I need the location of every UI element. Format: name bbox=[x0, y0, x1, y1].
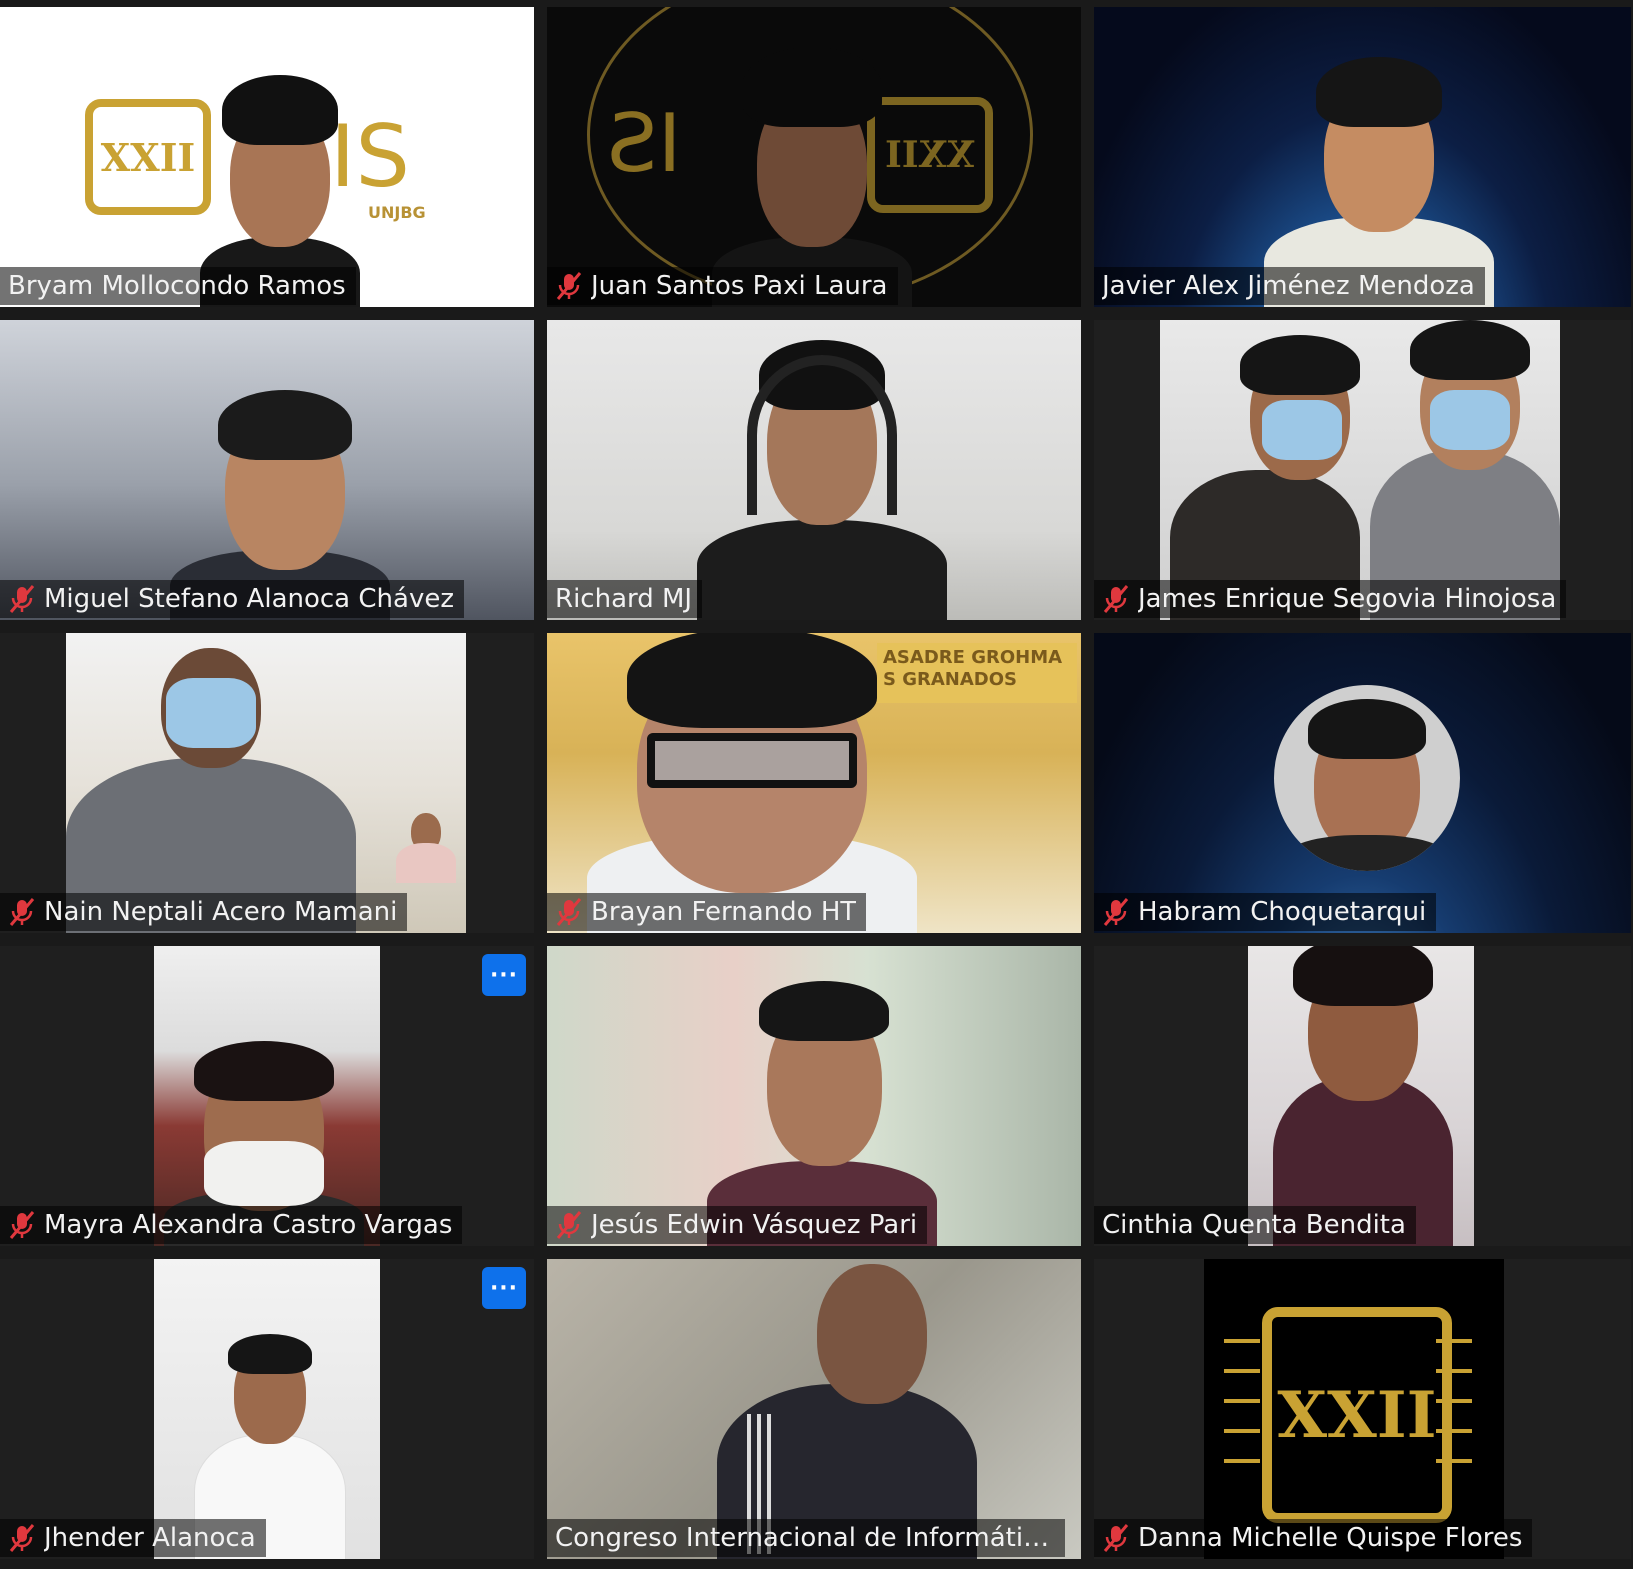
video-feed bbox=[547, 320, 1081, 620]
name-label: Congreso Internacional de Informática y … bbox=[547, 1519, 1065, 1557]
muted-mic-icon bbox=[1103, 585, 1129, 613]
name-label: Brayan Fernando HT bbox=[547, 893, 867, 931]
event-logo-chip: XXII bbox=[85, 99, 211, 215]
name-label: Nain Neptali Acero Mamani bbox=[0, 893, 408, 931]
muted-mic-icon bbox=[9, 1524, 35, 1552]
participant-person bbox=[697, 335, 947, 620]
name-label: Richard MJ bbox=[547, 580, 703, 618]
video-feed bbox=[547, 946, 1081, 1246]
participant-tile[interactable]: Cinthia Quenta Bendita bbox=[1094, 946, 1631, 1246]
participant-name: Richard MJ bbox=[555, 584, 693, 614]
glasses bbox=[647, 733, 857, 788]
participant-name: Cinthia Quenta Bendita bbox=[1102, 1210, 1406, 1240]
name-label: Jhender Alanoca bbox=[0, 1519, 266, 1557]
muted-mic-icon bbox=[556, 272, 582, 300]
participant-tile[interactable]: Richard MJ bbox=[547, 320, 1081, 620]
muted-mic-icon bbox=[9, 585, 35, 613]
event-logo-org: UNJBG bbox=[368, 203, 426, 222]
chip-pins-left bbox=[1224, 1339, 1260, 1479]
participant-name: Mayra Alexandra Castro Vargas bbox=[44, 1210, 453, 1240]
video-feed bbox=[66, 633, 466, 933]
participant-person bbox=[707, 971, 937, 1246]
participant-name: Juan Santos Paxi Laura bbox=[591, 271, 888, 301]
name-label: Juan Santos Paxi Laura bbox=[547, 267, 898, 305]
name-label: Javier Alex Jiménez Mendoza bbox=[1094, 267, 1485, 305]
muted-mic-icon bbox=[556, 898, 582, 926]
name-label: Cinthia Quenta Bendita bbox=[1094, 1206, 1416, 1244]
participant-name: Bryam Mollocondo Ramos bbox=[8, 271, 346, 301]
participant-name: Congreso Internacional de Informática y … bbox=[555, 1523, 1055, 1553]
video-feed bbox=[1094, 633, 1631, 933]
participant-person bbox=[1170, 330, 1370, 620]
participant-person-background bbox=[396, 813, 456, 883]
video-feed bbox=[547, 1259, 1081, 1559]
name-label: James Enrique Segovia Hinojosa bbox=[1094, 580, 1567, 618]
participant-tile[interactable]: Jesús Edwin Vásquez Pari bbox=[547, 946, 1081, 1246]
more-options-icon: ··· bbox=[489, 962, 519, 988]
participant-name: Danna Michelle Quispe Flores bbox=[1138, 1523, 1523, 1553]
participant-tile[interactable]: Habram Choquetarqui bbox=[1094, 633, 1631, 933]
video-feed bbox=[1160, 320, 1560, 620]
more-options-icon: ··· bbox=[489, 1275, 519, 1301]
name-label: Jesús Edwin Vásquez Pari bbox=[547, 1206, 928, 1244]
participant-tile-active-speaker[interactable]: Javier Alex Jiménez Mendoza bbox=[1094, 7, 1631, 307]
video-feed: ASADRE GROHMA S GRANADOS bbox=[547, 633, 1081, 933]
name-label: Habram Choquetarqui bbox=[1094, 893, 1437, 931]
participant-name: Jhender Alanoca bbox=[44, 1523, 256, 1553]
video-feed bbox=[1248, 946, 1474, 1246]
participant-tile[interactable]: XXII Danna Michelle Quispe Flores bbox=[1094, 1259, 1631, 1559]
name-label: Bryam Mollocondo Ramos bbox=[0, 267, 356, 305]
video-feed bbox=[154, 946, 380, 1246]
logo-chip-text: XXII bbox=[1277, 1377, 1437, 1453]
muted-mic-icon bbox=[1103, 1524, 1129, 1552]
event-logo-is: IS bbox=[607, 97, 682, 190]
muted-mic-icon bbox=[1103, 898, 1129, 926]
profile-picture-circle bbox=[1274, 685, 1460, 871]
participant-person bbox=[1370, 320, 1560, 620]
participant-name: Jesús Edwin Vásquez Pari bbox=[591, 1210, 918, 1240]
participant-name: Brayan Fernando HT bbox=[591, 897, 857, 927]
name-label: Mayra Alexandra Castro Vargas bbox=[0, 1206, 463, 1244]
video-feed: XXII bbox=[1204, 1259, 1504, 1559]
participant-person bbox=[587, 633, 917, 933]
participant-tile[interactable]: ASADRE GROHMA S GRANADOS Brayan Fernando… bbox=[547, 633, 1081, 933]
chip-pins-right bbox=[1436, 1339, 1472, 1479]
more-options-button[interactable]: ··· bbox=[482, 1267, 526, 1309]
participant-name: Miguel Stefano Alanoca Chávez bbox=[44, 584, 454, 614]
muted-mic-icon bbox=[556, 1211, 582, 1239]
participant-person bbox=[1263, 946, 1463, 1246]
participant-tile[interactable]: IS XXII Juan Santos Paxi Laura bbox=[547, 7, 1081, 307]
participant-name: James Enrique Segovia Hinojosa bbox=[1138, 584, 1557, 614]
participant-name: Nain Neptali Acero Mamani bbox=[44, 897, 398, 927]
name-label: Danna Michelle Quispe Flores bbox=[1094, 1519, 1533, 1557]
muted-mic-icon bbox=[9, 1211, 35, 1239]
muted-mic-icon bbox=[9, 898, 35, 926]
more-options-button[interactable]: ··· bbox=[482, 954, 526, 996]
participant-tile[interactable]: ··· Mayra Alexandra Castro Vargas bbox=[0, 946, 534, 1246]
participant-person bbox=[66, 638, 356, 933]
name-label: Miguel Stefano Alanoca Chávez bbox=[0, 580, 464, 618]
participant-name: Javier Alex Jiménez Mendoza bbox=[1102, 271, 1475, 301]
participant-tile[interactable]: Congreso Internacional de Informática y … bbox=[547, 1259, 1081, 1559]
video-feed: IS XXII bbox=[547, 7, 1081, 307]
participant-tile[interactable]: ··· Jhender Alanoca bbox=[0, 1259, 534, 1559]
logo-chip-text: XXII bbox=[100, 134, 196, 180]
video-feed bbox=[154, 1259, 380, 1559]
participant-person bbox=[717, 1264, 977, 1559]
video-feed: XXII IS UNJBG bbox=[0, 7, 534, 307]
participant-tile[interactable]: XXII IS UNJBG Bryam Mollocondo Ramos bbox=[0, 7, 534, 307]
video-feed bbox=[0, 320, 534, 620]
headphones bbox=[747, 355, 897, 515]
participant-tile[interactable]: Miguel Stefano Alanoca Chávez bbox=[0, 320, 534, 620]
event-logo-chip: XXII bbox=[1262, 1307, 1452, 1523]
gallery-grid: XXII IS UNJBG Bryam Mollocondo Ramos IS … bbox=[0, 0, 1633, 1569]
video-feed bbox=[1094, 7, 1631, 307]
participant-name: Habram Choquetarqui bbox=[1138, 897, 1427, 927]
participant-tile[interactable]: James Enrique Segovia Hinojosa bbox=[1094, 320, 1631, 620]
participant-tile[interactable]: Nain Neptali Acero Mamani bbox=[0, 633, 534, 933]
